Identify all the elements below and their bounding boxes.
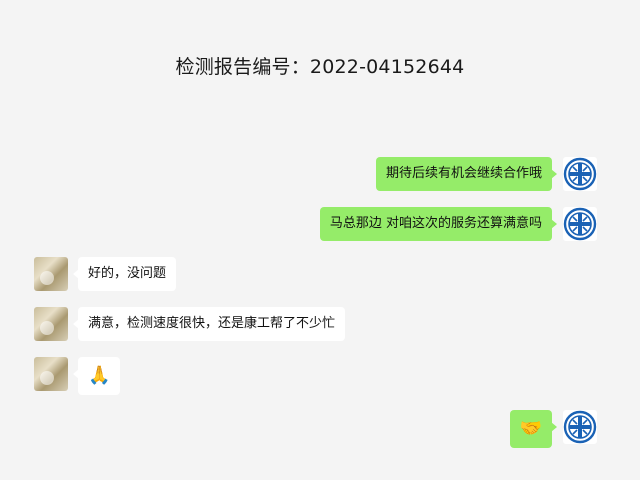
company-logo-avatar[interactable] xyxy=(563,157,597,191)
company-logo-icon xyxy=(563,410,597,444)
company-logo-icon xyxy=(563,157,597,191)
folded-hands-emoji-icon: 🙏 xyxy=(88,365,111,386)
company-logo-avatar[interactable] xyxy=(563,207,597,241)
sent-emoji-bubble[interactable]: 🤝 xyxy=(509,410,558,448)
handshake-emoji-icon: 🤝 xyxy=(519,418,542,439)
report-number-title: 检测报告编号：2022-04152644 xyxy=(175,56,465,78)
message-row: 🙏 xyxy=(0,357,640,395)
message-row: 期待后续有机会继续合作哦 xyxy=(0,157,640,193)
sent-message-bubble[interactable]: 期待后续有机会继续合作哦 xyxy=(375,157,558,191)
contact-avatar[interactable] xyxy=(34,357,68,391)
message-row: 好的，没问题 xyxy=(0,257,640,293)
company-logo-avatar[interactable] xyxy=(563,410,597,444)
contact-avatar[interactable] xyxy=(34,307,68,341)
received-message-bubble[interactable]: 好的，没问题 xyxy=(72,257,177,291)
message-row: 马总那边 对咱这次的服务还算满意吗 xyxy=(0,207,640,243)
received-message-bubble[interactable]: 满意，检测速度很快，还是康工帮了不少忙 xyxy=(72,307,346,341)
received-emoji-bubble[interactable]: 🙏 xyxy=(72,357,121,395)
contact-avatar[interactable] xyxy=(34,257,68,291)
message-row: 满意，检测速度很快，还是康工帮了不少忙 xyxy=(0,307,640,343)
company-logo-icon xyxy=(563,207,597,241)
message-row: 🤝 xyxy=(0,410,640,448)
sent-message-bubble[interactable]: 马总那边 对咱这次的服务还算满意吗 xyxy=(319,207,558,241)
